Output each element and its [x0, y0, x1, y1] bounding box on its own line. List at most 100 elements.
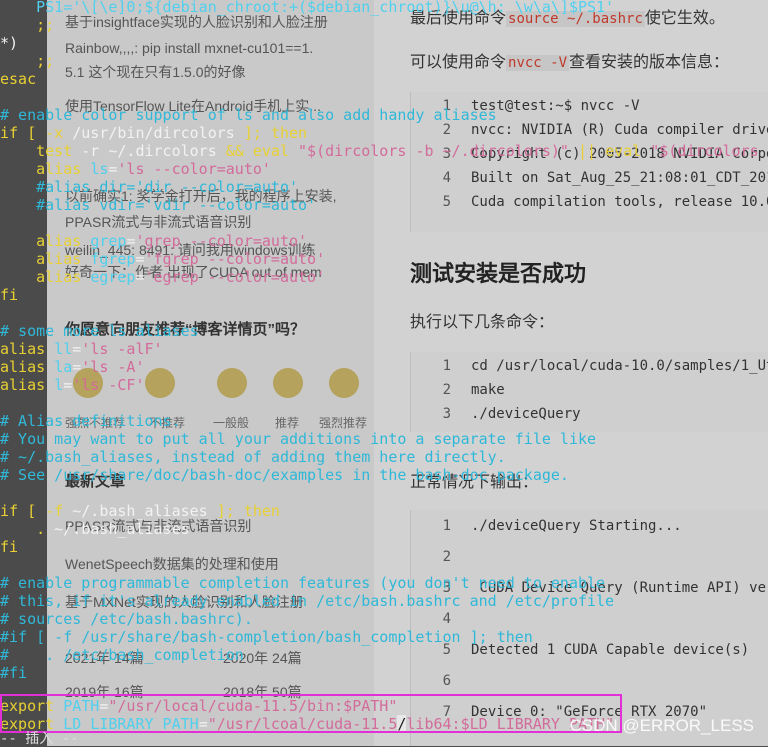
code-token: 'grep --color=auto' — [135, 232, 308, 250]
vim-editor[interactable]: PS1='\[\e]0;${debian_chroot:+($debian_ch… — [0, 0, 768, 746]
code-token: [ — [27, 124, 37, 142]
editor-line[interactable]: # You may want to put all your additions… — [0, 430, 596, 448]
code-token: # enable color support of ls and also ad… — [0, 106, 497, 124]
editor-line[interactable]: test -r ~/.dircolors && eval "$(dircolor… — [0, 142, 759, 160]
code-token: # . /etc/bash_completion — [0, 646, 244, 664]
code-token: 'ls -CF' — [72, 376, 145, 394]
editor-line[interactable]: alias grep='grep --color=auto' — [0, 232, 307, 250]
editor-line[interactable]: # Alias definitions. — [0, 412, 181, 430]
highlight-annotation-box — [0, 694, 622, 733]
code-token: = — [72, 340, 82, 358]
code-token: ls — [90, 160, 109, 178]
editor-line[interactable]: fi — [0, 538, 18, 556]
code-token: . — [0, 520, 46, 538]
code-token: # this, if it's already enabled in /etc/… — [0, 592, 615, 610]
code-token: ]; — [216, 502, 235, 520]
editor-line[interactable]: . ~/.bash_aliases — [0, 520, 190, 538]
editor-line[interactable]: PS1='\[\e]0;${debian_chroot:+($debian_ch… — [0, 0, 614, 16]
code-token: ;; — [0, 52, 55, 70]
code-token: eval — [605, 142, 642, 160]
editor-line[interactable]: #fi — [0, 664, 27, 682]
code-token: then — [270, 124, 308, 142]
code-token: = — [135, 268, 145, 286]
editor-line[interactable]: #if [ -f /usr/share/bash-completion/bash… — [0, 628, 533, 646]
code-token: ]; — [243, 124, 262, 142]
code-token: || — [578, 142, 597, 160]
code-token: l — [54, 376, 64, 394]
code-token: [ — [27, 502, 37, 520]
editor-line[interactable]: # ~/.bash_aliases, instead of adding the… — [0, 448, 506, 466]
code-token: if — [0, 502, 19, 520]
editor-line[interactable]: # sources /etc/bash.bashrc). — [0, 610, 253, 628]
code-token: if — [0, 124, 19, 142]
code-token: 'fgrep --color=auto' — [144, 250, 326, 268]
editor-line[interactable]: ;; — [0, 52, 54, 70]
code-token: = — [72, 358, 82, 376]
code-token: fi — [0, 286, 19, 304]
editor-line[interactable]: # this, if it's already enabled in /etc/… — [0, 592, 614, 610]
code-token: alias — [0, 160, 82, 178]
code-token: ~/.bash_aliases — [45, 520, 190, 538]
csdn-watermark: CSDN @ERROR_LESS — [569, 716, 754, 735]
editor-line[interactable]: # . /etc/bash_completion — [0, 646, 244, 664]
editor-line[interactable]: if [ -f ~/.bash_aliases ]; then — [0, 502, 280, 520]
code-token: fgrep — [90, 250, 136, 268]
editor-line[interactable]: ;; — [0, 16, 54, 34]
code-token: grep — [90, 232, 127, 250]
editor-line[interactable]: # See /usr/share/doc/bash-doc/examples i… — [0, 466, 569, 484]
code-token: #alias vdir='vdir --color=auto' — [0, 196, 317, 214]
code-token: PS1='\[\e]0;${debian_chroot:+($debian_ch… — [0, 0, 615, 16]
code-token: test — [0, 142, 73, 160]
code-token: #if [ -f /usr/share/bash-completion/bash… — [0, 628, 533, 646]
code-token: egrep — [90, 268, 136, 286]
editor-line[interactable]: *) — [0, 34, 18, 52]
code-token: ~/.bash_aliases — [63, 502, 217, 520]
code-token: -f — [45, 502, 64, 520]
code-token: la — [54, 358, 73, 376]
editor-line[interactable]: # enable programmable completion feature… — [0, 574, 605, 592]
code-token: *) — [0, 34, 19, 52]
code-token: 'ls -alF' — [81, 340, 163, 358]
code-token: -r ~/.dircolors — [72, 142, 226, 160]
code-token: fi — [0, 538, 19, 556]
code-token: && — [225, 142, 244, 160]
code-token: alias — [0, 358, 46, 376]
code-token: alias — [0, 340, 46, 358]
editor-line[interactable]: alias ll='ls -alF' — [0, 340, 163, 358]
code-token: # enable programmable completion feature… — [0, 574, 606, 592]
code-token: /usr/bin/dircolors — [63, 124, 244, 142]
editor-line[interactable]: esac — [0, 70, 36, 88]
editor-line[interactable]: fi — [0, 286, 18, 304]
editor-line[interactable]: alias ls='ls --color=auto' — [0, 160, 271, 178]
editor-line[interactable]: alias fgrep='fgrep --color=auto' — [0, 250, 325, 268]
code-token: esac — [0, 70, 37, 88]
code-token: "$(dircolors — [650, 142, 759, 160]
editor-line[interactable]: # some more ls aliases — [0, 322, 199, 340]
code-token: ll — [54, 340, 73, 358]
editor-line[interactable]: alias l='ls -CF' — [0, 376, 145, 394]
code-token: "$(dircolors -b ~/.dircolors)" — [298, 142, 569, 160]
editor-line[interactable]: alias egrep='egrep --color=auto' — [0, 268, 325, 286]
editor-line[interactable]: if [ -x /usr/bin/dircolors ]; then — [0, 124, 307, 142]
code-token: # some more ls aliases — [0, 322, 199, 340]
code-token: eval — [252, 142, 289, 160]
editor-line[interactable]: # enable color support of ls and also ad… — [0, 106, 497, 124]
editor-line[interactable]: alias la='ls -A' — [0, 358, 145, 376]
editor-line[interactable]: #alias dir='dir --color=auto' — [0, 178, 298, 196]
code-token: alias — [0, 268, 82, 286]
editor-line[interactable]: #alias vdir='vdir --color=auto' — [0, 196, 316, 214]
